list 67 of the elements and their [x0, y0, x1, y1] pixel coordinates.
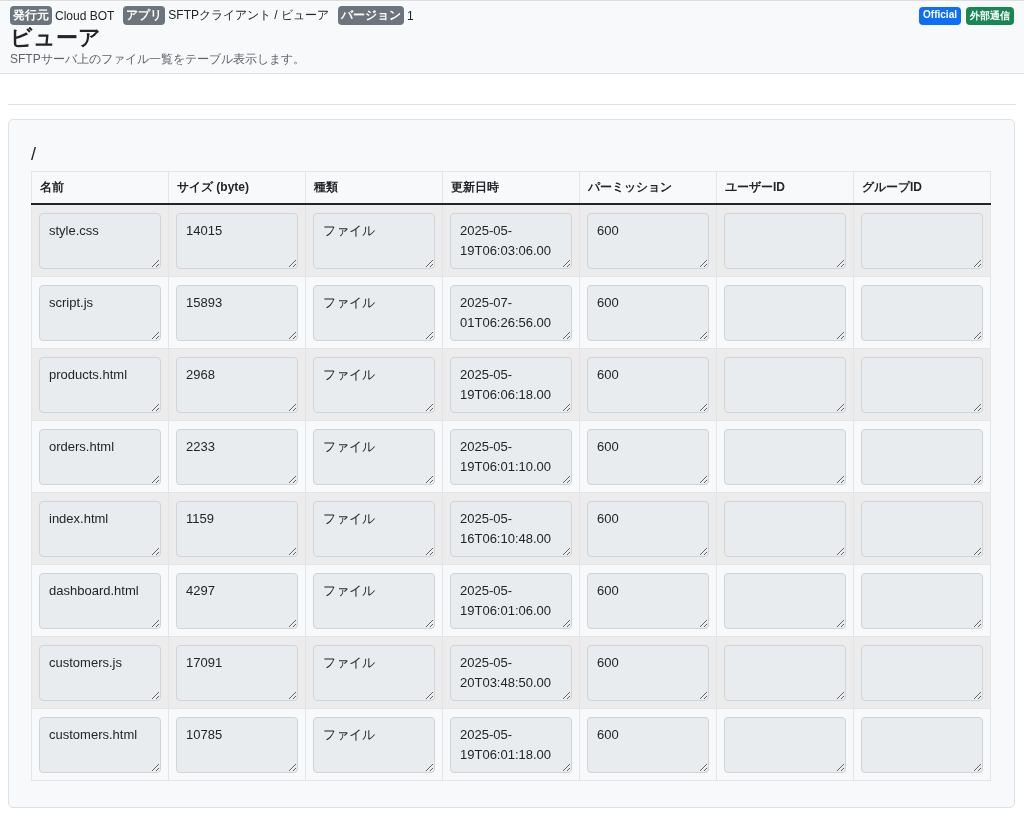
meta-value: SFTPクライアント / ビューア	[168, 7, 330, 24]
cell-field[interactable]: ファイル	[313, 500, 435, 557]
cell-field[interactable]: 600	[587, 572, 709, 629]
cell-field[interactable]: 600	[587, 356, 709, 413]
cell-field[interactable]: style.css	[39, 212, 161, 269]
cell-field[interactable]: 15893	[176, 284, 298, 341]
cell-field[interactable]	[724, 716, 846, 773]
cell-field[interactable]: 2025-05-19T06:01:10.00	[450, 428, 572, 485]
cell-field[interactable]	[861, 572, 983, 629]
page-title: ビューア	[10, 25, 102, 51]
cell-field[interactable]	[861, 428, 983, 485]
cell-field[interactable]: ファイル	[313, 644, 435, 701]
cell-field[interactable]	[724, 644, 846, 701]
cell-field[interactable]	[724, 284, 846, 341]
cell-field[interactable]: products.html	[39, 356, 161, 413]
cell-field[interactable]: ファイル	[313, 284, 435, 341]
cell-field[interactable]: orders.html	[39, 428, 161, 485]
cell-field[interactable]	[724, 500, 846, 557]
meta-value: 1	[407, 8, 414, 23]
cell-field[interactable]: 2233	[176, 428, 298, 485]
cell-field[interactable]: 600	[587, 284, 709, 341]
cell-field[interactable]: ファイル	[313, 716, 435, 773]
cell-field[interactable]: 2025-05-19T06:01:18.00	[450, 716, 572, 773]
cell-field[interactable]	[724, 212, 846, 269]
cell-field[interactable]	[861, 716, 983, 773]
cell-field[interactable]: ファイル	[313, 212, 435, 269]
path-title: /	[31, 144, 37, 165]
cell-field[interactable]	[861, 644, 983, 701]
cell-field[interactable]: 2025-05-19T06:01:06.00	[450, 572, 572, 629]
tag-badge: Official	[919, 6, 961, 25]
cell-field[interactable]	[724, 572, 846, 629]
cell-field[interactable]: 2025-05-16T06:10:48.00	[450, 500, 572, 557]
cell-field[interactable]: 1159	[176, 500, 298, 557]
cell-field[interactable]	[861, 356, 983, 413]
cell-field[interactable]	[724, 428, 846, 485]
meta-badge: バージョン	[338, 6, 405, 25]
cell-field[interactable]	[861, 500, 983, 557]
cell-field[interactable]: 17091	[176, 644, 298, 701]
cell-field[interactable]: 4297	[176, 572, 298, 629]
cell-field[interactable]: 2025-05-19T06:03:06.00	[450, 212, 572, 269]
meta-badge: アプリ	[123, 6, 166, 25]
cell-field[interactable]: index.html	[39, 500, 161, 557]
cell-field[interactable]	[724, 356, 846, 413]
meta-badge: 発行元	[10, 6, 52, 25]
cell-field[interactable]: 600	[587, 212, 709, 269]
cell-field[interactable]: 2025-05-19T06:06:18.00	[450, 356, 572, 413]
cell-field[interactable]: ファイル	[313, 356, 435, 413]
cell-field[interactable]: 600	[587, 500, 709, 557]
cell-field[interactable]: customers.js	[39, 644, 161, 701]
cell-field[interactable]: 600	[587, 644, 709, 701]
cell-field[interactable]: ファイル	[313, 572, 435, 629]
meta-value: Cloud BOT	[55, 8, 115, 23]
cell-field[interactable]: 14015	[176, 212, 298, 269]
page-description: SFTPサーバ上のファイル一覧をテーブル表示します。	[10, 51, 306, 68]
cell-field[interactable]: customers.html	[39, 716, 161, 773]
tag-badge: 外部通信	[966, 6, 1014, 25]
cell-field[interactable]: 2968	[176, 356, 298, 413]
cell-field[interactable]: 2025-07-01T06:26:56.00	[450, 284, 572, 341]
cell-field[interactable]: 600	[587, 716, 709, 773]
cell-field[interactable]: script.js	[39, 284, 161, 341]
cell-field[interactable]: 2025-05-20T03:48:50.00	[450, 644, 572, 701]
cell-field[interactable]: ファイル	[313, 428, 435, 485]
cell-field[interactable]	[861, 212, 983, 269]
cell-field[interactable]: 10785	[176, 716, 298, 773]
cell-field[interactable]: dashboard.html	[39, 572, 161, 629]
cell-field[interactable]	[861, 284, 983, 341]
cell-field[interactable]: 600	[587, 428, 709, 485]
